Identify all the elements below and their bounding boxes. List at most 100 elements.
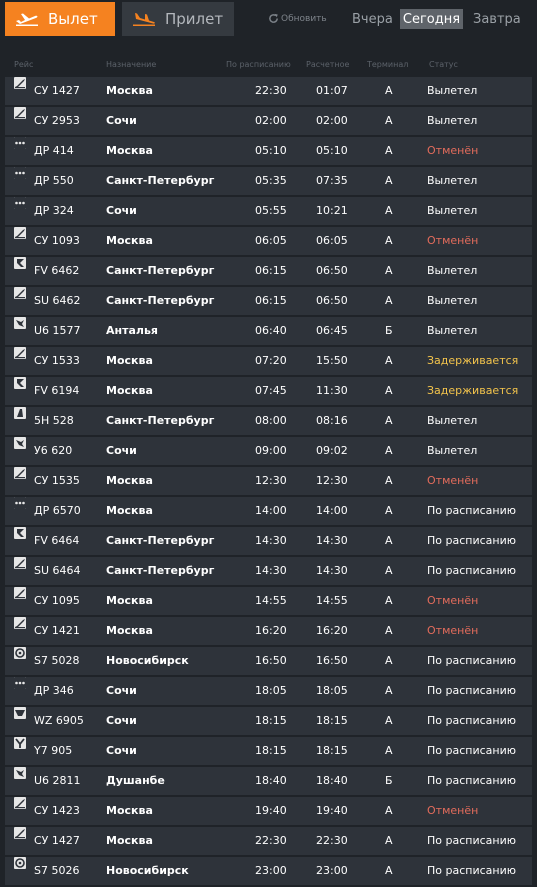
estimated-time: 10:21 [316,204,348,217]
flight-row[interactable]: СУ 1423 Москва 19:40 19:40 A Отменён [5,797,532,825]
col-terminal: Терминал [367,60,409,69]
terminal: A [385,234,393,247]
tab-departures[interactable]: Вылет [5,2,115,36]
scheduled-time: 18:40 [255,774,287,787]
flight-row[interactable]: СУ 1533 Москва 07:20 15:50 A Задерживается [5,347,532,375]
flight-row[interactable]: S7 5028 Новосибирск 16:50 16:50 A По расписан… [5,647,532,675]
flight-row[interactable]: SU 6462 Санкт-Петербург 06:15 06:50 A Вылетел [5,287,532,315]
flight-row[interactable]: FV 6462 Санкт-Петербург 06:15 06:50 A Вылетел [5,257,532,285]
flight-number: U6 2811 [34,774,81,787]
flight-row[interactable]: СУ 2953 Сочи 02:00 02:00 A Вылетел [5,107,532,135]
estimated-time: 14:30 [316,564,348,577]
flight-row[interactable]: ДР 6570 Москва 14:00 14:00 A По расписанию [5,497,532,525]
flight-number: SU 6462 [34,294,81,307]
terminal: A [385,864,393,877]
flight-number: СУ 1093 [34,234,80,247]
estimated-time: 16:50 [316,654,348,667]
estimated-time: 18:05 [316,684,348,697]
scheduled-time: 16:50 [255,654,287,667]
flight-row[interactable]: WZ 6905 Сочи 18:15 18:15 A По расписанию [5,707,532,735]
flight-row[interactable]: ДР 550 Санкт-Петербург 05:35 07:35 A Вылетел [5,167,532,195]
destination: Сочи [106,204,137,217]
airline-logo-icon [14,227,26,239]
day-yesterday[interactable]: Вчера [352,9,393,29]
scheduled-time: 14:00 [255,504,287,517]
estimated-time: 01:07 [316,84,348,97]
flight-status: Вылетел [427,174,478,187]
destination: Москва [106,384,153,397]
destination: Москва [106,474,153,487]
flight-row[interactable]: ДР 346 Сочи 18:05 18:05 A По расписанию [5,677,532,705]
flight-row[interactable]: СУ 1093 Москва 06:05 06:05 A Отменён [5,227,532,255]
flight-row[interactable]: U6 2811 Душанбе 18:40 18:40 Б По расписанию [5,767,532,795]
airline-logo-icon [14,347,26,359]
flight-number: Y7 905 [34,744,73,757]
scheduled-time: 18:15 [255,744,287,757]
terminal: A [385,534,393,547]
flight-status: Отменён [427,594,479,607]
day-tomorrow[interactable]: Завтра [473,9,521,29]
flight-row[interactable]: Y7 905 Сочи 18:15 18:15 A По расписанию [5,737,532,765]
flight-number: СУ 1533 [34,354,80,367]
col-scheduled: По расписанию [226,60,291,69]
flight-row[interactable]: SU 6464 Санкт-Петербург 14:30 14:30 A По расп… [5,557,532,585]
flight-row[interactable]: S7 5026 Новосибирск 23:00 23:00 A По расписан… [5,857,532,885]
destination: Новосибирск [106,654,189,667]
flight-number: ДР 6570 [34,504,81,517]
flight-row[interactable]: U6 1577 Анталья 06:40 06:45 Б Вылетел [5,317,532,345]
airline-logo-icon [14,137,26,149]
tab-arrivals[interactable]: Прилет [122,2,234,36]
flight-row[interactable]: СУ 1421 Москва 16:20 16:20 A Отменён [5,617,532,645]
estimated-time: 18:15 [316,744,348,757]
airline-logo-icon [14,257,26,269]
terminal: A [385,744,393,757]
flight-status: По расписанию [427,564,516,577]
destination: Москва [106,804,153,817]
estimated-time: 16:20 [316,624,348,637]
flight-status: Отменён [427,804,479,817]
scheduled-time: 02:00 [255,114,287,127]
flight-row[interactable]: ДР 414 Москва 05:10 05:10 A Отменён [5,137,532,165]
flight-number: ДР 324 [34,204,74,217]
terminal: A [385,84,393,97]
col-estimated: Расчетное [306,60,350,69]
terminal: A [385,114,393,127]
flight-number: FV 6464 [34,534,80,547]
flight-row[interactable]: СУ 1427 Москва 22:30 01:07 A Вылетел [5,77,532,105]
flight-row[interactable]: У6 620 Сочи 09:00 09:02 A Вылетел [5,437,532,465]
plane-takeoff-icon [16,13,38,26]
flight-row[interactable]: СУ 1095 Москва 14:55 14:55 A Отменён [5,587,532,615]
flight-number: FV 6462 [34,264,80,277]
flight-row[interactable]: 5H 528 Санкт-Петербург 08:00 08:16 A Вылетел [5,407,532,435]
airline-logo-icon [14,407,26,419]
flight-status: Вылетел [427,414,478,427]
day-today[interactable]: Сегодня [400,9,463,29]
flight-row[interactable]: СУ 1427 Москва 22:30 22:30 A По расписанию [5,827,532,855]
flight-row[interactable]: ДР 324 Сочи 05:55 10:21 A Вылетел [5,197,532,225]
flight-number: WZ 6905 [34,714,84,727]
flight-status: Вылетел [427,444,478,457]
estimated-time: 14:00 [316,504,348,517]
flight-number: U6 1577 [34,324,81,337]
top-bar: Вылет Прилет Обновить Вчера Сегодня Завт… [0,0,537,48]
flight-status: По расписанию [427,714,516,727]
destination: Санкт-Петербург [106,414,215,427]
plane-landing-icon [133,13,155,26]
airline-logo-icon [14,317,26,329]
flight-row[interactable]: СУ 1535 Москва 12:30 12:30 A Отменён [5,467,532,495]
flight-row[interactable]: FV 6194 Москва 07:45 11:30 A Задерживается [5,377,532,405]
terminal: A [385,504,393,517]
flight-row[interactable]: FV 6464 Санкт-Петербург 14:30 14:30 A По расп… [5,527,532,555]
refresh-button[interactable]: Обновить [268,13,327,24]
col-status: Статус [429,60,458,69]
destination: Санкт-Петербург [106,264,215,277]
airline-logo-icon [14,737,26,749]
estimated-time: 06:50 [316,264,348,277]
scheduled-time: 22:30 [255,84,287,97]
destination: Москва [106,144,153,157]
estimated-time: 07:35 [316,174,348,187]
destination: Москва [106,84,153,97]
scheduled-time: 22:30 [255,834,287,847]
destination: Санкт-Петербург [106,564,215,577]
refresh-icon [269,13,278,23]
